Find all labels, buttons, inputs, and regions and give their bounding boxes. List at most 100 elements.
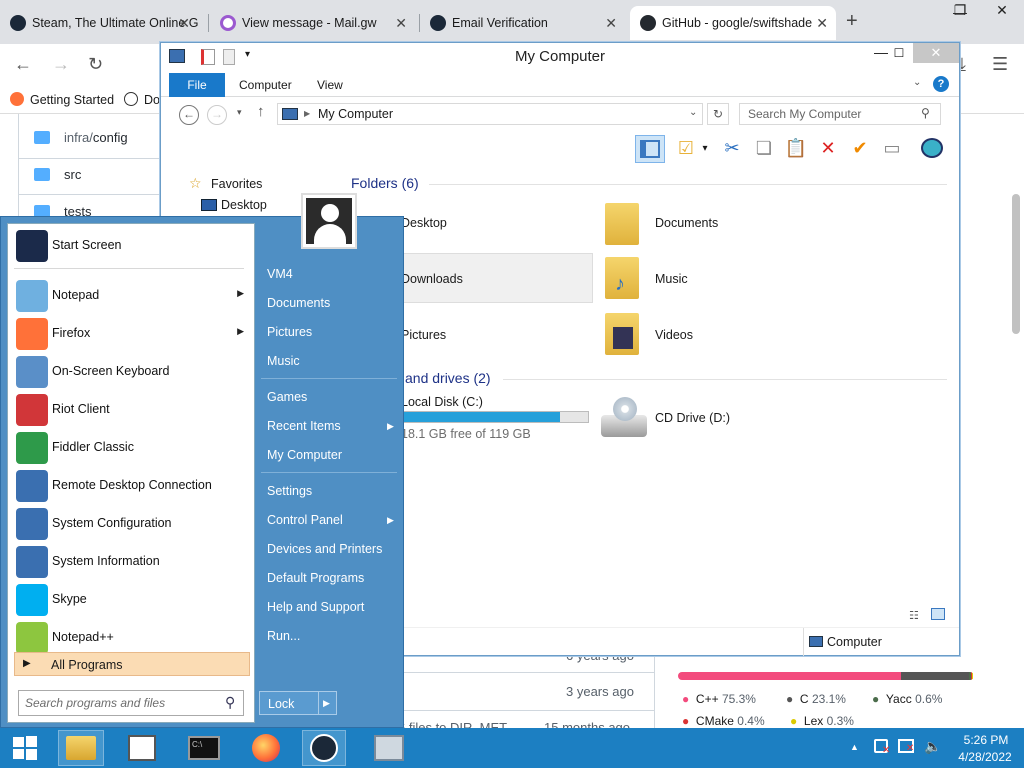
start-program-item[interactable]: System Configuration [14,506,250,542]
file-row[interactable]: infra/config [34,130,128,145]
page-scrollbar[interactable] [1012,194,1020,334]
start-right-default-programs[interactable]: Default Programs [267,571,364,585]
language-yacc[interactable]: ● Yacc 0.6% [872,692,942,706]
start-program-item[interactable]: On-Screen Keyboard [14,354,250,390]
taskbar-system[interactable] [362,730,416,766]
help-icon[interactable]: ? [933,76,949,92]
start-right-devices-printers[interactable]: Devices and Printers [267,542,382,556]
start-right-run[interactable]: Run... [267,629,300,643]
start-program-item[interactable]: Notepad++ [14,620,250,656]
start-program-item[interactable]: Firefox ▶ [14,316,250,352]
close-tab-icon[interactable]: ✕ [605,6,617,40]
tab-email-verification[interactable]: Email Verification ✕ [420,6,625,40]
start-program-item[interactable]: Remote Desktop Connection [14,468,250,504]
cut-icon[interactable]: ✂ [719,135,745,161]
folder-pictures[interactable]: Pictures [401,328,446,342]
folder-music[interactable]: Music [655,272,688,286]
user-avatar[interactable] [301,193,357,249]
start-right-help-support[interactable]: Help and Support [267,600,364,614]
volume-icon[interactable]: 🔈 [924,738,941,755]
start-right-music[interactable]: Music [267,354,300,368]
start-right-user[interactable]: VM4 [267,267,293,281]
close-tab-icon[interactable]: ✕ [178,6,190,40]
language-lex[interactable]: ● Lex 0.3% [790,714,854,728]
search-input[interactable]: Search My Computer [739,103,941,125]
all-programs-button[interactable]: ▶ All Programs [14,652,250,676]
start-program-item[interactable]: Riot Client [14,392,250,428]
forward-icon[interactable]: → [207,105,227,125]
start-right-games[interactable]: Games [267,390,307,404]
start-program-item[interactable]: Skype [14,582,250,618]
menu-icon[interactable]: ☰ [992,54,1008,75]
taskbar-explorer[interactable] [58,730,104,766]
ribbon-expand-icon[interactable]: ⌄ [913,77,921,88]
details-view-icon[interactable]: ☷ [909,609,919,622]
browser-close-icon[interactable]: ✕ [982,0,1022,20]
newfolder-icon[interactable] [223,49,235,65]
start-right-settings[interactable]: Settings [267,484,312,498]
lock-options-icon[interactable]: ▶ [323,698,330,709]
address-bar[interactable]: ▶ My Computer [277,103,703,125]
preview-pane-icon[interactable] [635,135,665,163]
close-tab-icon[interactable]: ✕ [812,6,828,40]
refresh-icon[interactable]: ↻ [707,103,729,125]
language-cpp[interactable]: ● C++ 75.3% [682,692,756,706]
back-icon[interactable]: ← [14,54,32,75]
taskbar-notepad[interactable] [120,730,164,766]
clock-date[interactable]: 4/28/2022 [950,750,1020,764]
start-program-item[interactable]: Notepad ▶ [14,278,250,314]
taskbar-cmd[interactable]: C:\ [180,730,228,766]
tiles-view-icon[interactable] [931,608,945,620]
folder-desktop[interactable]: Desktop [401,216,447,230]
close-window-icon[interactable]: ✕ [913,43,959,63]
taskbar-steam[interactable] [302,730,346,766]
start-right-recent-items[interactable]: Recent Items ▶ [267,419,394,433]
drive-c-label[interactable]: Local Disk (C:) [401,395,483,409]
show-hidden-icons[interactable]: ▲ [850,742,859,752]
lock-button[interactable]: Lock ▶ [259,691,337,715]
taskbar-firefox[interactable] [244,730,288,766]
reload-icon[interactable]: ↻ [88,54,103,75]
start-right-control-panel[interactable]: Control Panel ▶ [267,513,394,527]
file-row[interactable]: src [34,167,81,182]
properties-icon[interactable] [201,49,215,65]
search-icon[interactable]: ⚲ [921,106,930,120]
ribbon-tab-file[interactable]: File [169,73,225,97]
nav-favorites[interactable]: Favorites [211,177,262,191]
recent-locations-icon[interactable]: ▾ [237,107,242,118]
folders-header[interactable]: Folders (6) [351,175,419,191]
start-right-documents[interactable]: Documents [267,296,330,310]
start-search-input[interactable]: Search programs and files ⚲ [18,690,244,716]
select-dropdown-icon[interactable]: ▾ [699,135,711,161]
action-center-icon[interactable]: ✕ [874,739,890,756]
drive-d-label[interactable]: CD Drive (D:) [655,411,730,425]
quick-access-dropdown-icon[interactable]: ▾ [245,49,250,60]
copy-icon[interactable]: ❏ [751,135,777,161]
tab-steam[interactable]: Steam, The Ultimate Online G ✕ [0,6,198,40]
rename-icon[interactable]: ▭ [879,135,905,161]
ribbon-tab-computer[interactable]: Computer [227,73,304,97]
new-tab-button[interactable]: + [846,10,858,33]
start-right-my-computer[interactable]: My Computer [267,448,342,462]
address-dropdown-icon[interactable]: ⌄ [689,107,697,118]
restore-icon[interactable]: ❐ [942,0,978,20]
language-cmake[interactable]: ● CMake 0.4% [682,714,765,728]
close-tab-icon[interactable]: ✕ [395,6,407,40]
up-icon[interactable]: ↑ [257,103,265,120]
globe-icon[interactable] [919,135,945,161]
start-program-item[interactable]: Fiddler Classic [14,430,250,466]
language-c[interactable]: ● C 23.1% [786,692,846,706]
folder-videos[interactable]: Videos [655,328,693,342]
drives-header[interactable]: and drives (2) [405,370,491,386]
folder-documents[interactable]: Documents [655,216,718,230]
confirm-icon[interactable]: ✔ [847,135,873,161]
network-icon[interactable]: ✕ [898,739,914,754]
start-button[interactable] [2,730,48,766]
ribbon-tab-view[interactable]: View [305,73,355,97]
start-program-item[interactable]: System Information [14,544,250,580]
maximize-icon[interactable]: ☐ [881,43,917,63]
back-icon[interactable]: ← [179,105,199,125]
bookmark-getting-started[interactable]: Getting Started [10,92,114,107]
start-right-pictures[interactable]: Pictures [267,325,312,339]
clock-time[interactable]: 5:26 PM [956,733,1016,747]
